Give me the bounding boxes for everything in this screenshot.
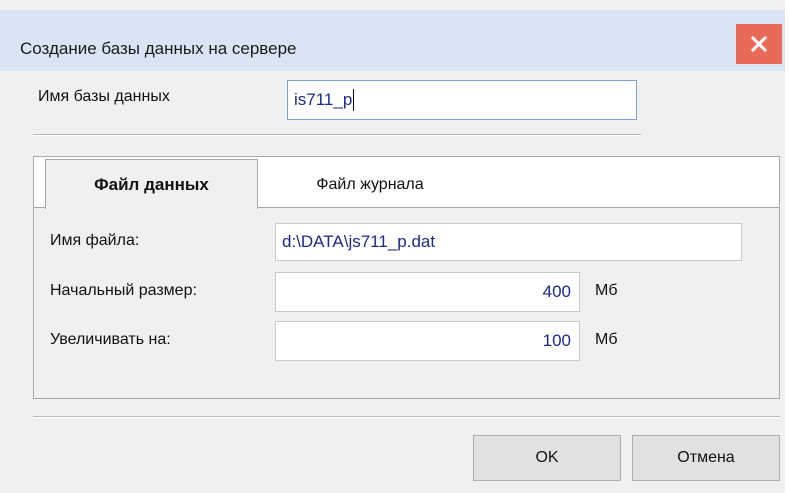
initial-size-value: 400 bbox=[542, 282, 571, 301]
file-name-value: d:\DATA\js711_p.dat bbox=[282, 232, 436, 251]
close-icon bbox=[751, 36, 767, 52]
window-title: Создание базы данных на сервере bbox=[20, 39, 297, 58]
initial-size-label: Начальный размер: bbox=[50, 282, 197, 299]
tab-log-file-label: Файл журнала bbox=[316, 176, 424, 193]
db-name-input[interactable]: is711_p bbox=[287, 80, 637, 120]
grow-input[interactable]: 100 bbox=[275, 321, 580, 361]
top-divider bbox=[33, 134, 641, 136]
initial-size-unit: Мб bbox=[595, 282, 618, 299]
tab-data-file[interactable]: Файл данных bbox=[45, 159, 258, 209]
grow-value: 100 bbox=[542, 331, 571, 350]
ok-button[interactable]: OK bbox=[473, 435, 621, 481]
tab-data-file-label: Файл данных bbox=[94, 174, 209, 194]
grow-label: Увеличивать на: bbox=[50, 331, 171, 348]
grow-unit: Мб bbox=[595, 331, 618, 348]
file-name-label: Имя файла: bbox=[50, 232, 140, 249]
window-edge bbox=[785, 0, 790, 493]
db-name-label: Имя базы данных bbox=[38, 88, 170, 105]
bottom-divider bbox=[33, 416, 780, 418]
close-button[interactable] bbox=[736, 24, 782, 64]
file-name-input[interactable]: d:\DATA\js711_p.dat bbox=[275, 223, 742, 261]
text-caret bbox=[353, 89, 355, 111]
cancel-button[interactable]: Отмена bbox=[632, 435, 780, 481]
dialog-window: Создание базы данных на сервере Имя базы… bbox=[0, 0, 790, 493]
title-bar: Создание базы данных на сервере bbox=[0, 10, 785, 71]
initial-size-input[interactable]: 400 bbox=[275, 272, 580, 312]
tab-log-file[interactable]: Файл журнала bbox=[270, 163, 470, 207]
db-name-value: is711_p bbox=[294, 90, 353, 109]
